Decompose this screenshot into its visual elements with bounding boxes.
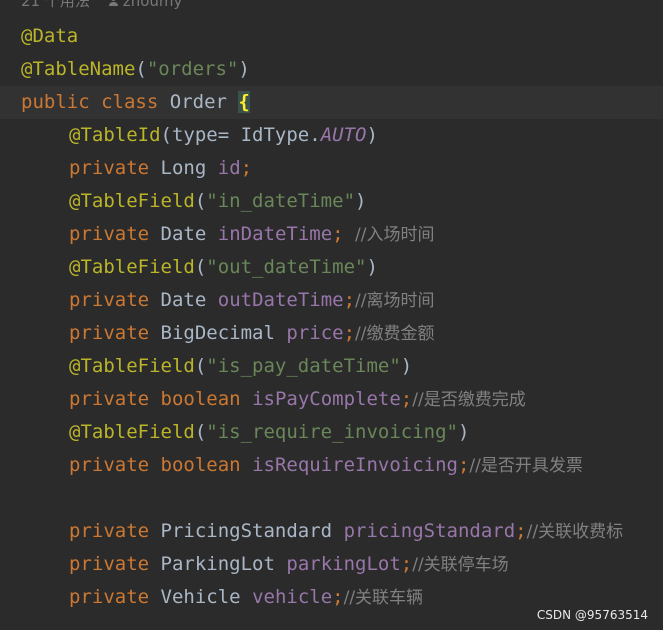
usages-count[interactable]: 21 个用法 — [21, 0, 90, 10]
code-line-16[interactable]: private PricingStandard pricingStandard;… — [0, 515, 663, 548]
annotation: @TableField — [69, 256, 195, 278]
keyword: private — [69, 157, 150, 179]
code-line-10[interactable]: private BigDecimal price;//缴费金额 — [0, 317, 663, 350]
annotation-argument: type= IdType. — [171, 124, 321, 146]
code-editor[interactable]: 21 个用法 zhoumy @Data @TableName("orders") … — [0, 0, 663, 630]
line-comment: //缴费金额 — [355, 324, 435, 344]
field-name: inDateTime — [217, 223, 333, 245]
keyword: boolean — [160, 454, 241, 476]
code-line-9[interactable]: private Date outDateTime;//离场时间 — [0, 284, 663, 317]
annotation: @TableField — [69, 355, 195, 377]
string-literal: "is_require_invoicing" — [206, 421, 458, 443]
line-comment: //关联车辆 — [343, 588, 424, 608]
code-line-2[interactable]: @TableName("orders") — [0, 53, 663, 86]
type-name: Date — [160, 289, 207, 311]
keyword: private — [69, 289, 150, 311]
keyword: boolean — [160, 388, 241, 410]
type-name: Date — [160, 223, 207, 245]
enum-constant: AUTO — [320, 124, 367, 146]
string-literal: "is_pay_dateTime" — [206, 355, 401, 377]
field-name: price — [286, 322, 344, 344]
code-line-17[interactable]: private ParkingLot parkingLot;//关联停车场 — [0, 548, 663, 581]
line-comment: //是否开具发票 — [469, 456, 583, 476]
annotation: @TableId — [69, 124, 161, 146]
code-line-15-empty[interactable] — [0, 482, 663, 515]
line-comment: //是否缴费完成 — [412, 390, 526, 410]
type-name: Long — [160, 157, 207, 179]
code-line-8[interactable]: @TableField("out_dateTime") — [0, 251, 663, 284]
type-name: Vehicle — [160, 586, 241, 608]
line-comment: //入场时间 — [355, 225, 435, 245]
code-line-1[interactable]: @Data — [0, 20, 663, 53]
code-line-3-current[interactable]: public class Order { — [0, 86, 663, 119]
annotation: @TableField — [69, 421, 195, 443]
type-name: ParkingLot — [160, 553, 275, 575]
field-name: id — [217, 157, 241, 179]
class-name: Order — [169, 91, 227, 113]
keyword: private — [69, 520, 150, 542]
annotation: @TableField — [69, 190, 195, 212]
annotation: @Data — [21, 25, 79, 47]
field-name: vehicle — [252, 586, 333, 608]
code-line-7[interactable]: private Date inDateTime; //入场时间 — [0, 218, 663, 251]
code-line-5[interactable]: private Long id; — [0, 152, 663, 185]
string-literal: "out_dateTime" — [206, 256, 367, 278]
string-literal: "in_dateTime" — [206, 190, 356, 212]
author-name: zhoumy — [122, 0, 183, 10]
field-name: outDateTime — [217, 289, 344, 311]
code-line-14[interactable]: private boolean isRequireInvoicing;//是否开… — [0, 449, 663, 482]
field-name: parkingLot — [286, 553, 401, 575]
line-comment: //离场时间 — [355, 291, 435, 311]
string-literal: "orders" — [146, 58, 239, 80]
keyword: private — [69, 322, 150, 344]
keyword: private — [69, 553, 150, 575]
type-name: BigDecimal — [160, 322, 275, 344]
field-name: isPayComplete — [252, 388, 401, 410]
code-line-11[interactable]: @TableField("is_pay_dateTime") — [0, 350, 663, 383]
code-line-12[interactable]: private boolean isPayComplete;//是否缴费完成 — [0, 383, 663, 416]
keyword: private — [69, 223, 150, 245]
type-name: PricingStandard — [160, 520, 333, 542]
field-name: isRequireInvoicing — [252, 454, 458, 476]
matched-brace: { — [238, 91, 250, 113]
keyword: private — [69, 388, 150, 410]
keyword: private — [69, 454, 150, 476]
keyword: public — [21, 91, 90, 113]
usage-hint[interactable]: 21 个用法 zhoumy — [21, 0, 182, 14]
keyword: class — [101, 91, 159, 113]
keyword: private — [69, 586, 150, 608]
author-icon — [108, 0, 119, 7]
code-line-6[interactable]: @TableField("in_dateTime") — [0, 185, 663, 218]
code-line-4[interactable]: @TableId(type= IdType.AUTO) — [0, 119, 663, 152]
line-comment: //关联收费标 — [526, 522, 624, 542]
line-comment: //关联停车场 — [412, 555, 509, 575]
field-name: pricingStandard — [343, 520, 516, 542]
watermark: CSDN @95763514 — [536, 608, 648, 622]
annotation: @TableName — [21, 58, 136, 80]
code-line-13[interactable]: @TableField("is_require_invoicing") — [0, 416, 663, 449]
